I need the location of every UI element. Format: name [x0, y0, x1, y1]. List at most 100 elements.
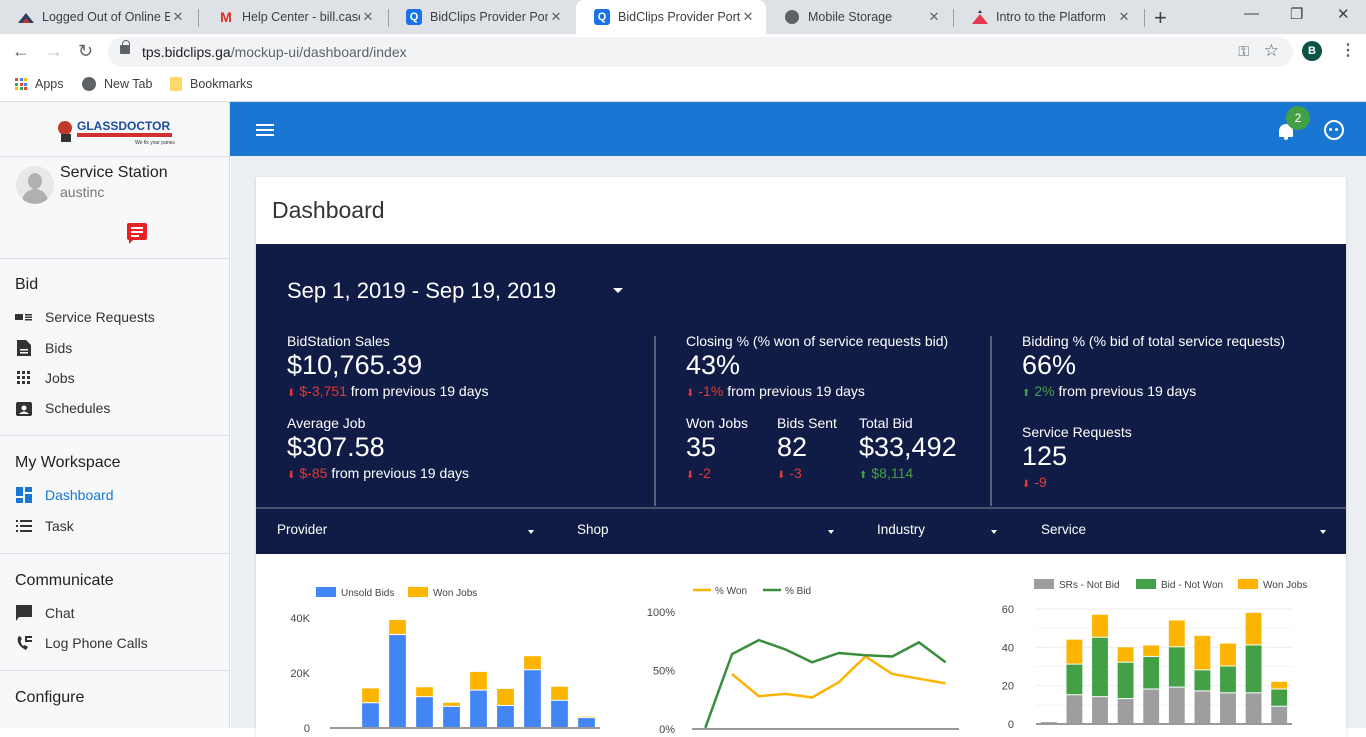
url-text[interactable]: tps.bidclips.ga/mockup-ui/dashboard/inde…: [142, 44, 407, 60]
close-tab-icon[interactable]: ✕: [170, 9, 186, 25]
bidclips-icon: Q: [594, 9, 610, 25]
message-icon[interactable]: [127, 223, 147, 244]
restore-button[interactable]: ❐: [1290, 5, 1303, 23]
browser-toolbar: ← → ↻ tps.bidclips.ga/mockup-ui/dashboar…: [0, 34, 1366, 70]
browser-tab[interactable]: M Help Center - bill.casey( ✕: [200, 0, 386, 34]
sidebar-item-chat[interactable]: Chat: [15, 601, 215, 625]
reload-button[interactable]: ↻: [78, 41, 93, 62]
y-tick-label: 60: [1002, 604, 1014, 616]
bids-bar-chart: 0 20K 40K Unsold Bids Won Jobs: [290, 587, 600, 735]
close-tab-icon[interactable]: ✕: [740, 9, 756, 25]
bar-won-jobs: [1143, 645, 1160, 656]
bar-unsold-bids: [389, 635, 406, 727]
legend-label: Bid - Not Won: [1161, 580, 1223, 591]
bookmark-apps[interactable]: Apps: [15, 77, 64, 91]
sidebar-item-service-requests[interactable]: Service Requests: [15, 305, 215, 329]
bar-srs-not-bid: [1143, 689, 1160, 723]
browser-tab[interactable]: Mobile Storage ✕: [766, 0, 952, 34]
bookmark-folder[interactable]: Bookmarks: [170, 77, 253, 91]
sidebar-item-task[interactable]: Task: [15, 514, 215, 538]
sidebar-item-log-phone-calls[interactable]: Log Phone Calls: [15, 631, 215, 655]
date-range-selector[interactable]: Sep 1, 2019 - Sep 19, 2019: [287, 278, 556, 304]
profile-avatar[interactable]: B: [1302, 41, 1322, 61]
bidstation-sales-delta: ⬇ $-3,751 from previous 19 days: [287, 383, 489, 399]
triangle-icon: [972, 9, 988, 25]
divider: [0, 156, 230, 157]
minimize-button[interactable]: —: [1244, 5, 1259, 22]
folder-icon: [170, 77, 182, 91]
more-menu-icon[interactable]: ⋮: [1340, 40, 1356, 60]
column-divider: [990, 336, 992, 506]
address-bar[interactable]: tps.bidclips.ga/mockup-ui/dashboard/inde…: [108, 37, 1293, 67]
browser-tab[interactable]: Logged Out of Online E ✕: [0, 0, 196, 34]
bar-won-jobs: [578, 716, 595, 718]
bar-srs-not-bid: [1040, 722, 1057, 723]
provider-filter[interactable]: Provider: [277, 522, 327, 537]
bar-bid-not-won: [1066, 664, 1083, 695]
chevron-down-icon[interactable]: [828, 530, 834, 534]
close-tab-icon[interactable]: ✕: [360, 9, 376, 25]
chevron-down-icon[interactable]: [528, 530, 534, 534]
user-account-icon[interactable]: [1324, 120, 1344, 140]
bar-won-jobs: [362, 688, 379, 703]
bar-unsold-bids: [470, 690, 487, 727]
chevron-down-icon[interactable]: [991, 530, 997, 534]
browser-tab-active[interactable]: Q BidClips Provider Portal ✕: [576, 0, 766, 34]
average-job-label: Average Job: [287, 415, 366, 431]
sidebar-item-jobs[interactable]: Jobs: [15, 366, 215, 390]
chat-icon: [15, 605, 33, 621]
sidebar-item-dashboard[interactable]: Dashboard: [15, 483, 215, 507]
arrow-down-icon: ⬇: [287, 388, 296, 399]
service-filter[interactable]: Service: [1041, 522, 1086, 537]
arrow-down-icon: ⬇: [686, 470, 695, 481]
bar-srs-not-bid: [1168, 687, 1185, 723]
divider: [0, 553, 230, 554]
list-icon: [15, 518, 33, 534]
glass-doctor-logo[interactable]: GLASSDOCTOR We fix your panes!: [55, 114, 176, 146]
bar-srs-not-bid: [1092, 697, 1108, 723]
bar-srs-not-bid: [1220, 693, 1236, 723]
shop-filter[interactable]: Shop: [577, 522, 609, 537]
browser-tab[interactable]: Intro to the Platform ✕: [954, 0, 1142, 34]
close-tab-icon[interactable]: ✕: [1116, 9, 1132, 25]
bookmark-new-tab[interactable]: New Tab: [82, 77, 152, 91]
back-button[interactable]: ←: [12, 41, 30, 62]
key-icon[interactable]: ⚿: [1238, 43, 1249, 60]
industry-filter[interactable]: Industry: [877, 522, 925, 537]
browser-tab-strip: Logged Out of Online E ✕ M Help Center -…: [0, 0, 1366, 34]
bar-won-jobs: [1168, 620, 1185, 647]
new-tab-button[interactable]: +: [1154, 5, 1167, 31]
legend-label: % Won: [715, 586, 747, 597]
arrow-down-icon: ⬇: [1022, 479, 1031, 490]
logo-text: GLASSDOCTOR: [77, 119, 170, 133]
close-tab-icon[interactable]: ✕: [548, 9, 564, 25]
bar-unsold-bids: [443, 706, 460, 727]
main-content: Dashboard Sep 1, 2019 - Sep 19, 2019 Bid…: [231, 156, 1366, 737]
avatar[interactable]: [16, 166, 54, 204]
chevron-down-icon[interactable]: [1320, 530, 1326, 534]
arrow-up-icon: ⬆: [1022, 388, 1031, 399]
close-window-button[interactable]: ✕: [1337, 5, 1350, 23]
bar-unsold-bids: [551, 700, 568, 727]
arrow-down-icon: ⬇: [686, 388, 695, 399]
star-icon[interactable]: ☆: [1264, 41, 1279, 61]
menu-icon[interactable]: [256, 124, 274, 136]
grid-icon: [15, 370, 33, 386]
sidebar-item-schedules[interactable]: Schedules: [15, 396, 215, 420]
bidding-label: Bidding % (% bid of total service reques…: [1022, 333, 1286, 349]
bids-sent-value: 82: [777, 432, 808, 462]
sidebar-item-bids[interactable]: Bids: [15, 336, 215, 360]
close-tab-icon[interactable]: ✕: [926, 9, 942, 25]
bar-won-jobs: [389, 619, 406, 635]
bar-bid-not-won: [1271, 689, 1288, 706]
browser-tab[interactable]: Q BidClips Provider Portal ✕: [388, 0, 574, 34]
bidding-delta: ⬆ 2% from previous 19 days: [1022, 383, 1197, 399]
forward-button[interactable]: →: [45, 41, 63, 62]
y-tick-label: 40: [1002, 642, 1014, 654]
filter-divider: [256, 507, 1346, 509]
chevron-down-icon[interactable]: [613, 288, 623, 293]
bidding-value: 66%: [1022, 350, 1077, 380]
y-tick-label: 0: [304, 723, 310, 735]
won-jobs-label: Won Jobs: [686, 415, 748, 431]
total-bid-label: Total Bid: [859, 415, 913, 431]
